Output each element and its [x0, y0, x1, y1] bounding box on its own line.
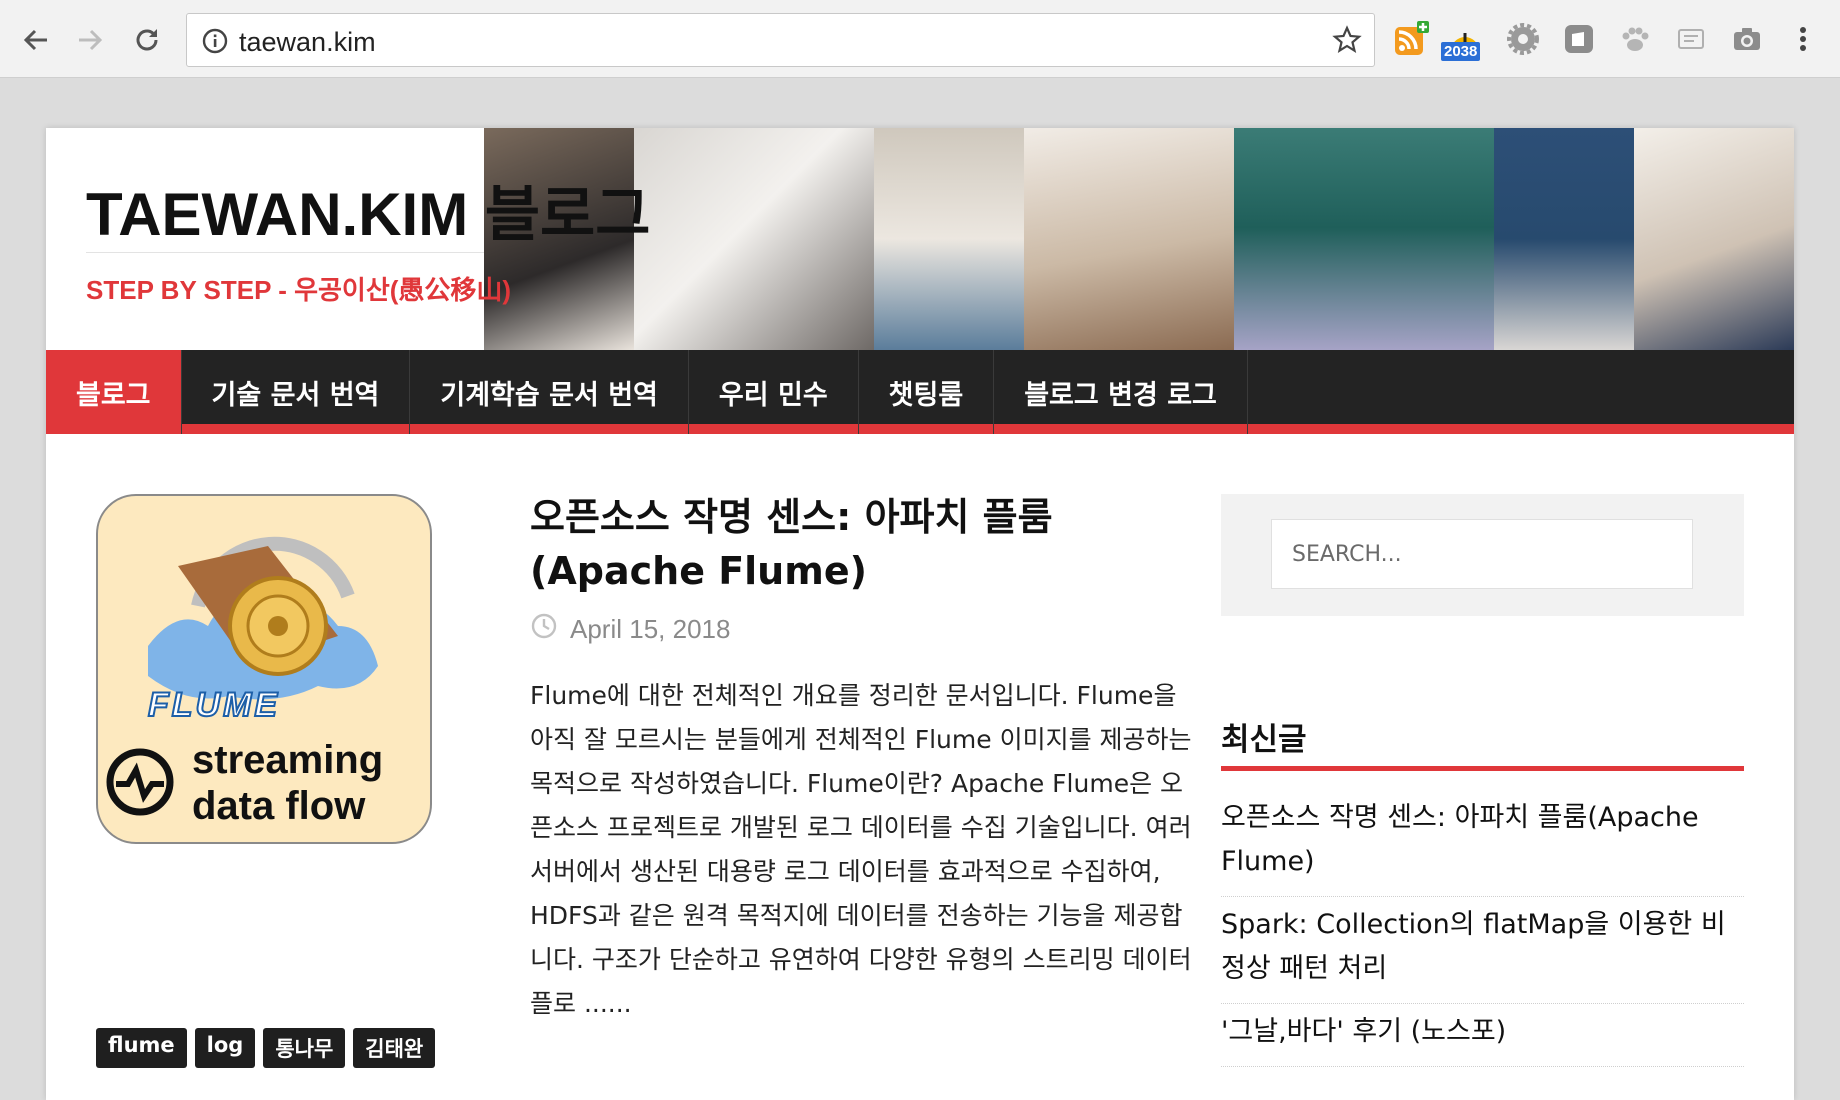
paw-icon[interactable] — [1614, 18, 1656, 60]
post-excerpt: Flume에 대한 전체적인 개요를 정리한 문서입니다. Flume을 아직 … — [530, 681, 1192, 1018]
header-photo — [874, 128, 1024, 350]
nav-item-tech-translation[interactable]: 기술 문서 번역 — [182, 350, 411, 434]
tag[interactable]: flume — [96, 1028, 187, 1068]
recent-posts-list: 오픈소스 작명 센스: 아파치 플룸(Apache Flume) Spark: … — [1221, 790, 1744, 1067]
search-widget — [1221, 494, 1744, 616]
recent-post-link[interactable]: Spark: Collection의 flatMap을 이용한 비정상 패턴 처… — [1221, 897, 1744, 1004]
site-title[interactable]: TAEWAN.KIM 블로그 — [86, 166, 650, 253]
clock-icon — [530, 612, 558, 647]
header-photo-collage — [484, 128, 1794, 350]
main-navigation: 블로그 기술 문서 번역 기계학습 문서 번역 우리 민수 챗팅룸 블로그 변경… — [46, 350, 1794, 434]
tag[interactable]: 김태완 — [353, 1028, 436, 1068]
header-photo — [1494, 128, 1634, 350]
browser-toolbar: taewan.kim 2038 — [0, 0, 1840, 78]
forward-arrow-icon[interactable] — [70, 20, 110, 60]
settings-gear-icon[interactable] — [1502, 18, 1544, 60]
info-icon[interactable] — [201, 27, 229, 59]
header-photo — [634, 128, 874, 350]
kebab-menu-icon[interactable] — [1782, 18, 1824, 60]
tag[interactable]: 통나무 — [263, 1028, 346, 1068]
extension-badge: 2038 — [1441, 42, 1481, 61]
header-photo — [1234, 128, 1494, 350]
nav-item-chatroom[interactable]: 챗팅룸 — [859, 350, 995, 434]
flume-logo-word: FLUME — [147, 685, 281, 725]
header-photo — [1634, 128, 1794, 350]
post-thumbnail[interactable]: FLUME streaming data flow — [96, 494, 432, 844]
rss-add-icon[interactable] — [1390, 18, 1432, 60]
nav-item-blog[interactable]: 블로그 — [46, 350, 182, 434]
search-input[interactable] — [1271, 519, 1693, 589]
star-icon[interactable] — [1332, 25, 1362, 59]
post-tags: flume log 통나무 김태완 — [96, 1028, 436, 1068]
nav-item-ml-translation[interactable]: 기계학습 문서 번역 — [410, 350, 689, 434]
post-date: April 15, 2018 — [570, 614, 731, 644]
thumbnail-text-line2: data flow — [192, 784, 366, 828]
url-text: taewan.kim — [239, 27, 376, 57]
thumbnail-text-line1: streaming — [192, 738, 384, 782]
address-bar[interactable]: taewan.kim — [186, 13, 1375, 67]
camera-icon[interactable] — [1726, 18, 1768, 60]
post-meta: April 15, 2018 — [530, 612, 730, 647]
nav-item-changelog[interactable]: 블로그 변경 로그 — [994, 350, 1248, 434]
recent-post-link[interactable]: '그날,바다' 후기 (노스포) — [1221, 1004, 1744, 1067]
post-title[interactable]: 오픈소스 작명 센스: 아파치 플룸(Apache Flume) — [530, 490, 1070, 598]
square-extension-icon[interactable] — [1558, 18, 1600, 60]
tag[interactable]: log — [194, 1028, 256, 1068]
header-photo — [1024, 128, 1234, 350]
blog-page: TAEWAN.KIM 블로그 STEP BY STEP - 우공이산(愚公移山)… — [46, 128, 1794, 1100]
masthead: TAEWAN.KIM 블로그 STEP BY STEP - 우공이산(愚公移山) — [46, 128, 1794, 350]
widget-title-underline — [1221, 766, 1744, 771]
site-tagline: STEP BY STEP - 우공이산(愚公移山) — [86, 275, 512, 305]
recent-post-link[interactable]: 오픈소스 작명 센스: 아파치 플룸(Apache Flume) — [1221, 790, 1744, 897]
reload-icon[interactable] — [127, 20, 167, 60]
recent-posts-title: 최신글 — [1221, 722, 1307, 758]
nav-item-minsu[interactable]: 우리 민수 — [689, 350, 859, 434]
reader-icon[interactable] — [1670, 18, 1712, 60]
back-arrow-icon[interactable] — [16, 20, 56, 60]
